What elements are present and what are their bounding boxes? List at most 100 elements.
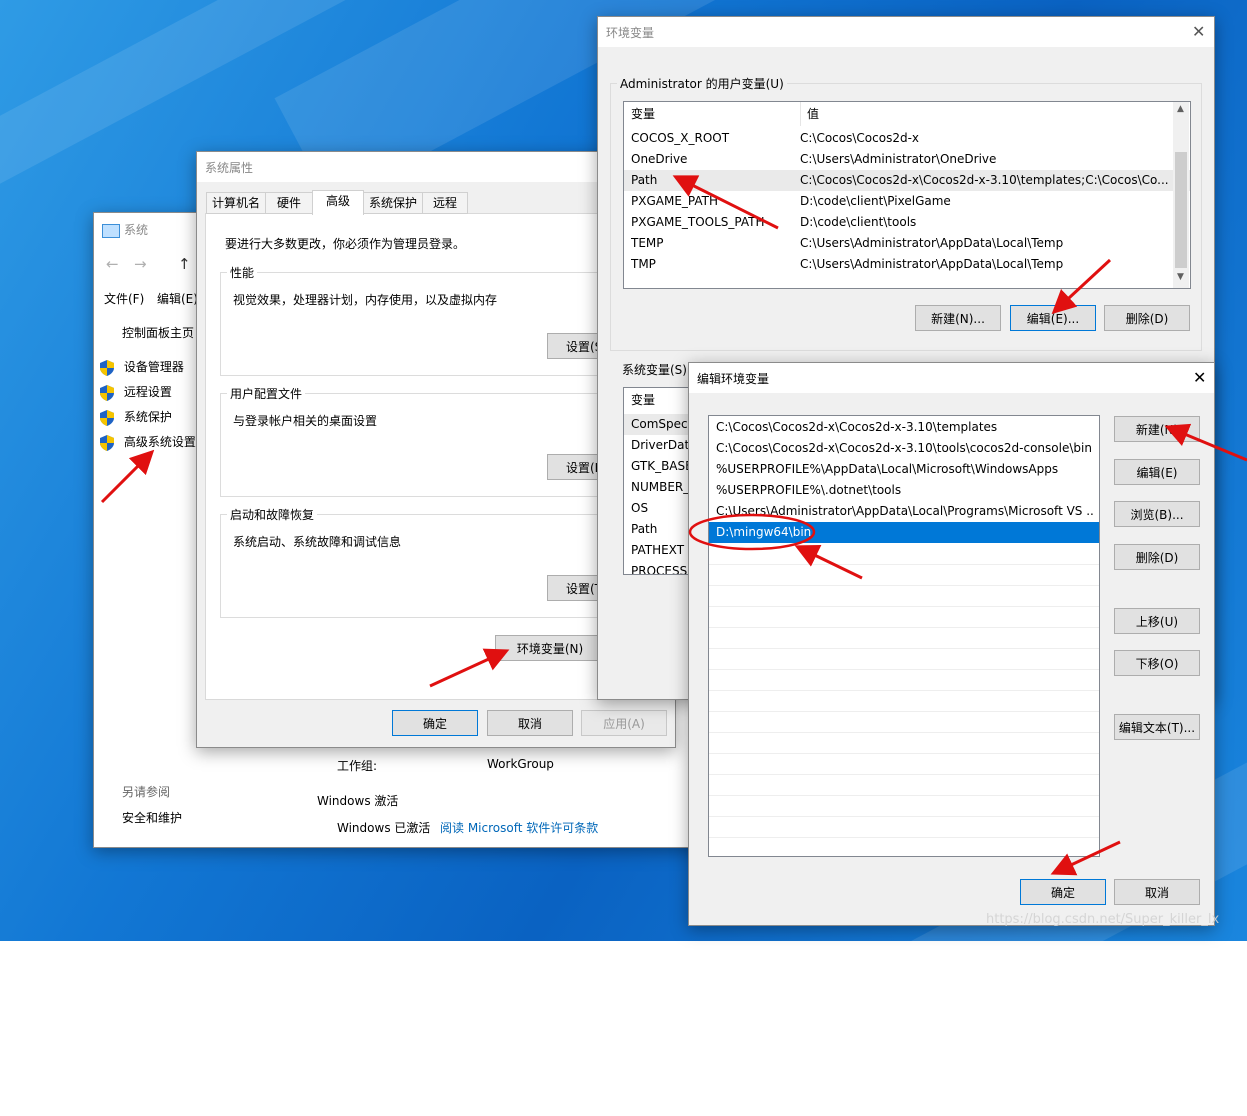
list-item[interactable]: %USERPROFILE%\AppData\Local\Microsoft\Wi… xyxy=(709,459,1099,480)
shield-icon xyxy=(100,384,114,401)
vertical-scrollbar[interactable]: ▲ ▼ xyxy=(1173,102,1189,288)
table-row[interactable]: PATHEXT xyxy=(624,540,694,561)
up-icon[interactable]: ↑ xyxy=(178,255,191,273)
table-row[interactable]: PXGAME_PATH D:\code\client\PixelGame xyxy=(624,191,1190,212)
performance-group: 性能 视觉效果，处理器计划，内存使用，以及虚拟内存 设置(S xyxy=(220,264,642,376)
table-row[interactable]: ComSpec xyxy=(624,414,694,435)
tab-remote[interactable]: 远程 xyxy=(422,192,468,214)
list-grid-line xyxy=(709,669,1099,670)
tab-computer-name[interactable]: 计算机名 xyxy=(206,192,266,214)
list-header: 变量 值 xyxy=(624,102,1190,126)
list-header: 变量 xyxy=(624,388,694,412)
close-icon[interactable]: ✕ xyxy=(1193,368,1206,387)
table-row[interactable]: OS xyxy=(624,498,694,519)
table-row[interactable]: TMP C:\Users\Administrator\AppData\Local… xyxy=(624,254,1190,275)
variable-name: TEMP xyxy=(631,236,664,250)
edit-text-button[interactable]: 编辑文本(T)... xyxy=(1114,714,1200,740)
variable-value: C:\Cocos\Cocos2d-x\Cocos2d-x-3.10\templa… xyxy=(800,173,1169,187)
path-new-button[interactable]: 新建(N) xyxy=(1114,416,1200,442)
user-variables-list: 变量 值 COCOS_X_ROOT C:\Cocos\Cocos2d-x One… xyxy=(623,101,1191,289)
list-item-selected[interactable]: D:\mingw64\bin xyxy=(709,522,1099,543)
group-description: 与登录帐户相关的桌面设置 xyxy=(233,414,378,428)
table-row[interactable]: Path xyxy=(624,519,694,540)
path-entry: %USERPROFILE%\AppData\Local\Microsoft\Wi… xyxy=(716,462,1059,476)
path-browse-button[interactable]: 浏览(B)... xyxy=(1114,501,1200,527)
title-bar: 环境变量 xyxy=(598,17,1214,47)
list-grid-line xyxy=(709,606,1099,607)
table-row[interactable]: COCOS_X_ROOT C:\Cocos\Cocos2d-x xyxy=(624,128,1190,149)
dialog-title: 系统属性 xyxy=(205,161,254,175)
variable-name: DriverData xyxy=(631,438,691,452)
table-row[interactable]: PXGAME_TOOLS_PATH D:\code\client\tools xyxy=(624,212,1190,233)
user-delete-button[interactable]: 删除(D) xyxy=(1104,305,1190,331)
system-variables-list: 变量 ComSpec DriverData GTK_BASE NUMBER_ O… xyxy=(623,387,695,575)
system-variables-label: 系统变量(S) xyxy=(620,361,689,378)
sidebar-item-system-protection[interactable]: 系统保护 xyxy=(100,408,172,426)
security-maintenance-link[interactable]: 安全和维护 xyxy=(122,809,182,826)
cancel-button[interactable]: 取消 xyxy=(1114,879,1200,905)
close-icon[interactable]: ✕ xyxy=(1192,22,1205,41)
shield-icon xyxy=(100,409,114,426)
scroll-down-icon[interactable]: ▼ xyxy=(1177,272,1184,282)
forward-icon[interactable]: → xyxy=(134,255,147,273)
tab-hardware[interactable]: 硬件 xyxy=(265,192,313,214)
ok-button[interactable]: 确定 xyxy=(392,710,478,736)
variable-name: COCOS_X_ROOT xyxy=(631,131,730,145)
user-edit-button[interactable]: 编辑(E)... xyxy=(1010,305,1096,331)
apply-button[interactable]: 应用(A) xyxy=(581,710,667,736)
back-icon[interactable]: ← xyxy=(106,255,119,273)
column-header-variable[interactable]: 变量 xyxy=(631,388,691,412)
path-entries-list: C:\Cocos\Cocos2d-x\Cocos2d-x-3.10\templa… xyxy=(708,415,1100,857)
user-new-button[interactable]: 新建(N)... xyxy=(915,305,1001,331)
group-label: Administrator 的用户变量(U) xyxy=(617,75,787,92)
control-panel-home-link[interactable]: 控制面板主页 xyxy=(122,324,194,341)
variable-name: OneDrive xyxy=(631,152,688,166)
table-row[interactable]: TEMP C:\Users\Administrator\AppData\Loca… xyxy=(624,233,1190,254)
sidebar-item-label: 高级系统设置 xyxy=(123,435,196,449)
variable-name: Path xyxy=(631,173,658,187)
table-row[interactable]: DriverData xyxy=(624,435,694,456)
startup-recovery-group: 启动和故障恢复 系统启动、系统故障和调试信息 设置(T xyxy=(220,506,642,618)
table-row[interactable]: OneDrive C:\Users\Administrator\OneDrive xyxy=(624,149,1190,170)
list-grid-line xyxy=(709,774,1099,775)
environment-variables-button[interactable]: 环境变量(N) xyxy=(495,635,605,661)
sidebar-item-label: 远程设置 xyxy=(123,385,172,399)
column-header-value[interactable]: 值 xyxy=(800,102,1187,126)
path-delete-button[interactable]: 删除(D) xyxy=(1114,544,1200,570)
user-profile-group: 用户配置文件 与登录帐户相关的桌面设置 设置(E xyxy=(220,385,642,497)
group-label: 性能 xyxy=(227,264,258,281)
scroll-up-icon[interactable]: ▲ xyxy=(1177,104,1184,114)
tab-system-protection[interactable]: 系统保护 xyxy=(363,192,423,214)
scroll-thumb[interactable] xyxy=(1175,152,1187,268)
tab-advanced[interactable]: 高级 xyxy=(312,190,364,215)
sidebar-item-label: 系统保护 xyxy=(123,410,172,424)
shield-icon xyxy=(100,359,114,376)
cancel-button[interactable]: 取消 xyxy=(487,710,573,736)
menu-file[interactable]: 文件(F) xyxy=(104,290,144,307)
list-item[interactable]: C:\Users\Administrator\AppData\Local\Pro… xyxy=(709,501,1099,522)
move-down-button[interactable]: 下移(O) xyxy=(1114,650,1200,676)
sidebar-item-remote-settings[interactable]: 远程设置 xyxy=(100,383,172,401)
activation-status: Windows 已激活 xyxy=(337,821,431,835)
sidebar-item-advanced-settings[interactable]: 高级系统设置 xyxy=(100,433,196,451)
list-item[interactable]: C:\Cocos\Cocos2d-x\Cocos2d-x-3.10\templa… xyxy=(709,417,1099,438)
menu-edit[interactable]: 编辑(E) xyxy=(157,290,198,307)
move-up-button[interactable]: 上移(U) xyxy=(1114,608,1200,634)
list-grid-line xyxy=(709,648,1099,649)
table-row-selected[interactable]: Path C:\Cocos\Cocos2d-x\Cocos2d-x-3.10\t… xyxy=(624,170,1190,191)
license-link[interactable]: 阅读 Microsoft 软件许可条款 xyxy=(440,819,598,836)
sidebar-item-device-manager[interactable]: 设备管理器 xyxy=(100,358,184,376)
table-row[interactable]: PROCESSO xyxy=(624,561,694,574)
ok-button[interactable]: 确定 xyxy=(1020,879,1106,905)
workgroup-value: WorkGroup xyxy=(487,757,554,771)
variable-value: C:\Users\Administrator\AppData\Local\Tem… xyxy=(800,257,1064,271)
variable-name: GTK_BASE xyxy=(631,459,691,473)
table-row[interactable]: NUMBER_ xyxy=(624,477,694,498)
path-edit-button[interactable]: 编辑(E) xyxy=(1114,459,1200,485)
list-item[interactable]: C:\Cocos\Cocos2d-x\Cocos2d-x-3.10\tools\… xyxy=(709,438,1099,459)
column-header-variable[interactable]: 变量 xyxy=(631,102,791,126)
variable-value: D:\code\client\tools xyxy=(800,215,917,229)
table-row[interactable]: GTK_BASE xyxy=(624,456,694,477)
variable-name: TMP xyxy=(631,257,656,271)
list-item[interactable]: %USERPROFILE%\.dotnet\tools xyxy=(709,480,1099,501)
